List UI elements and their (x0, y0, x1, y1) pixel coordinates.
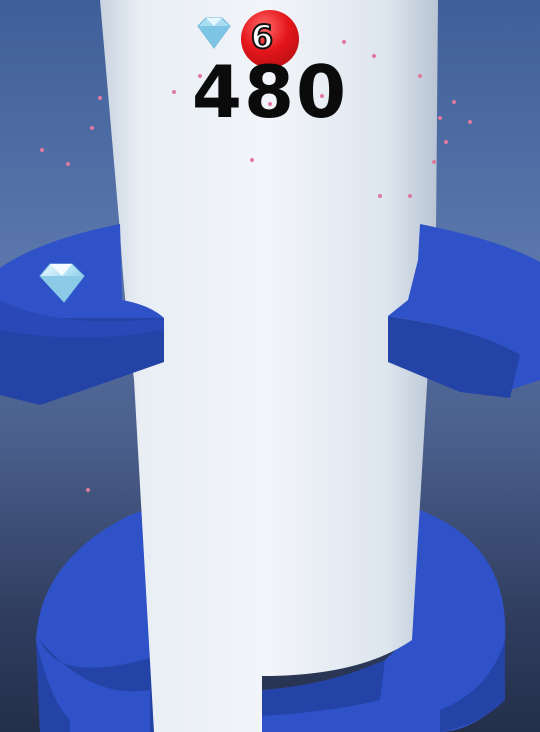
game-world (0, 0, 540, 732)
game-scene[interactable]: 6 480 (0, 0, 540, 732)
